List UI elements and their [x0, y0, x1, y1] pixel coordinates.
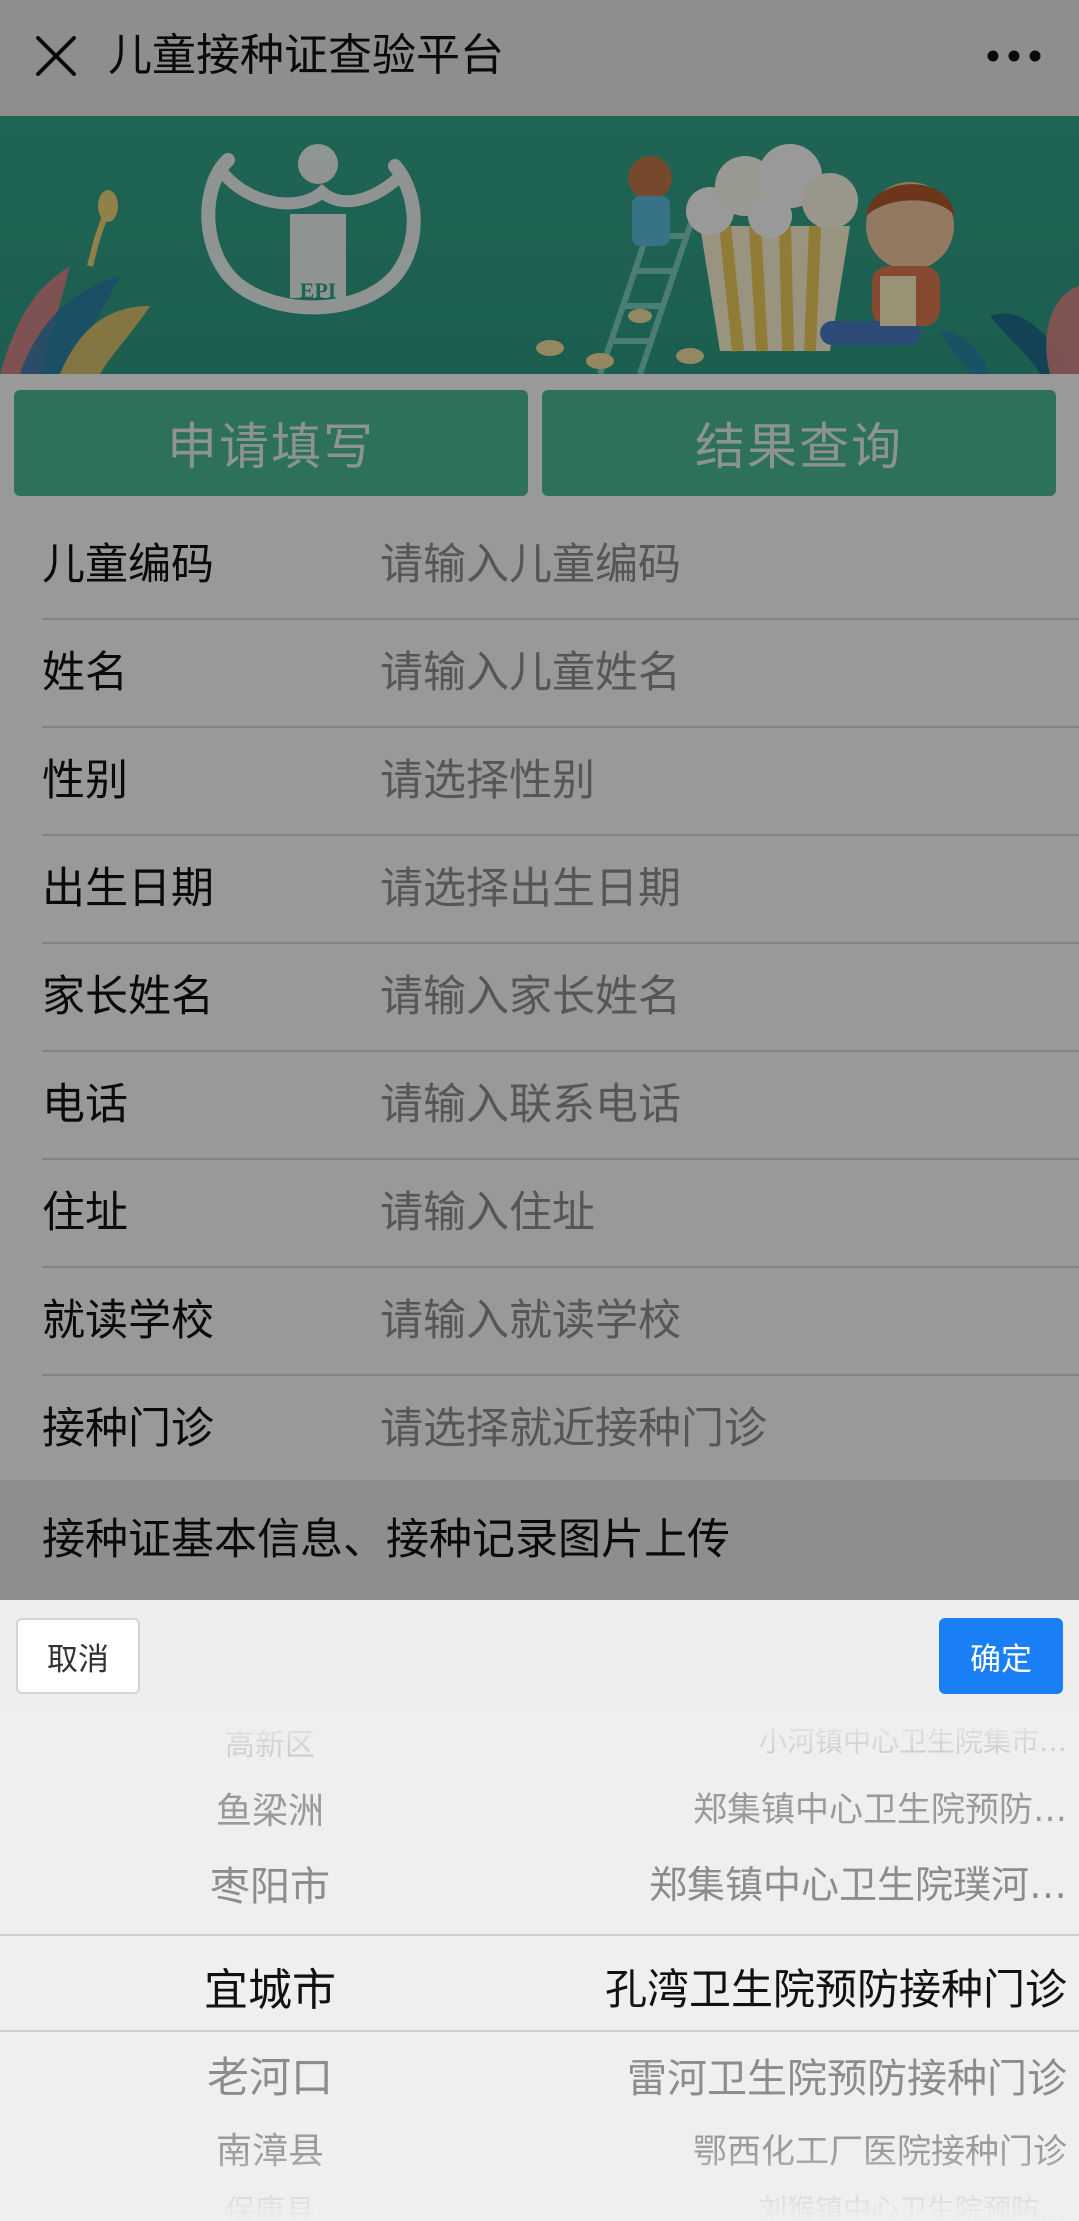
picker-clinic-option[interactable]: 小河镇中心卫生院集市…	[759, 1720, 1067, 1760]
picker-district-option[interactable]: 保康县	[0, 2186, 540, 2221]
picker-district-option[interactable]: 老河口	[0, 2044, 540, 2105]
confirm-button[interactable]: 确定	[939, 1618, 1063, 1694]
app-root: 儿童接种证查验平台 EPI 申请填写 结果查询 儿童编码 请输入儿童编码 姓名 …	[0, 0, 1079, 2221]
clinic-picker: 取消 确定 高新区 鱼梁洲 枣阳市 宜城市 老河口 南漳县 保康县 小河镇中心卫…	[0, 1600, 1079, 2221]
picker-clinic-option[interactable]: 刘猴镇中心卫生院预防…	[759, 2188, 1067, 2221]
picker-wheels: 高新区 鱼梁洲 枣阳市 宜城市 老河口 南漳县 保康县 小河镇中心卫生院集市… …	[0, 1712, 1079, 2221]
picker-district-option[interactable]: 鱼梁洲	[0, 1782, 540, 1834]
cancel-button[interactable]: 取消	[16, 1618, 140, 1694]
clinic-wheel[interactable]: 小河镇中心卫生院集市… 郑集镇中心卫生院预防… 郑集镇中心卫生院璞河… 孔湾卫生…	[540, 1712, 1079, 2221]
picker-clinic-option[interactable]: 鄂西化工厂医院接种门诊	[693, 2124, 1067, 2173]
picker-district-option[interactable]: 高新区	[0, 1720, 540, 1764]
picker-clinic-option[interactable]: 郑集镇中心卫生院璞河…	[649, 1854, 1067, 1909]
picker-district-option[interactable]: 南漳县	[0, 2122, 540, 2174]
picker-clinic-option[interactable]: 郑集镇中心卫生院预防…	[693, 1782, 1067, 1831]
picker-district-option[interactable]: 枣阳市	[0, 1854, 540, 1912]
picker-clinic-option-selected[interactable]: 孔湾卫生院预防接种门诊	[605, 1956, 1067, 2017]
district-wheel[interactable]: 高新区 鱼梁洲 枣阳市 宜城市 老河口 南漳县 保康县	[0, 1712, 540, 2221]
picker-clinic-option[interactable]: 雷河卫生院预防接种门诊	[627, 2046, 1067, 2104]
picker-toolbar: 取消 确定	[0, 1600, 1079, 1712]
modal-overlay[interactable]	[0, 0, 1079, 1600]
picker-district-option-selected[interactable]: 宜城市	[0, 1954, 540, 2018]
